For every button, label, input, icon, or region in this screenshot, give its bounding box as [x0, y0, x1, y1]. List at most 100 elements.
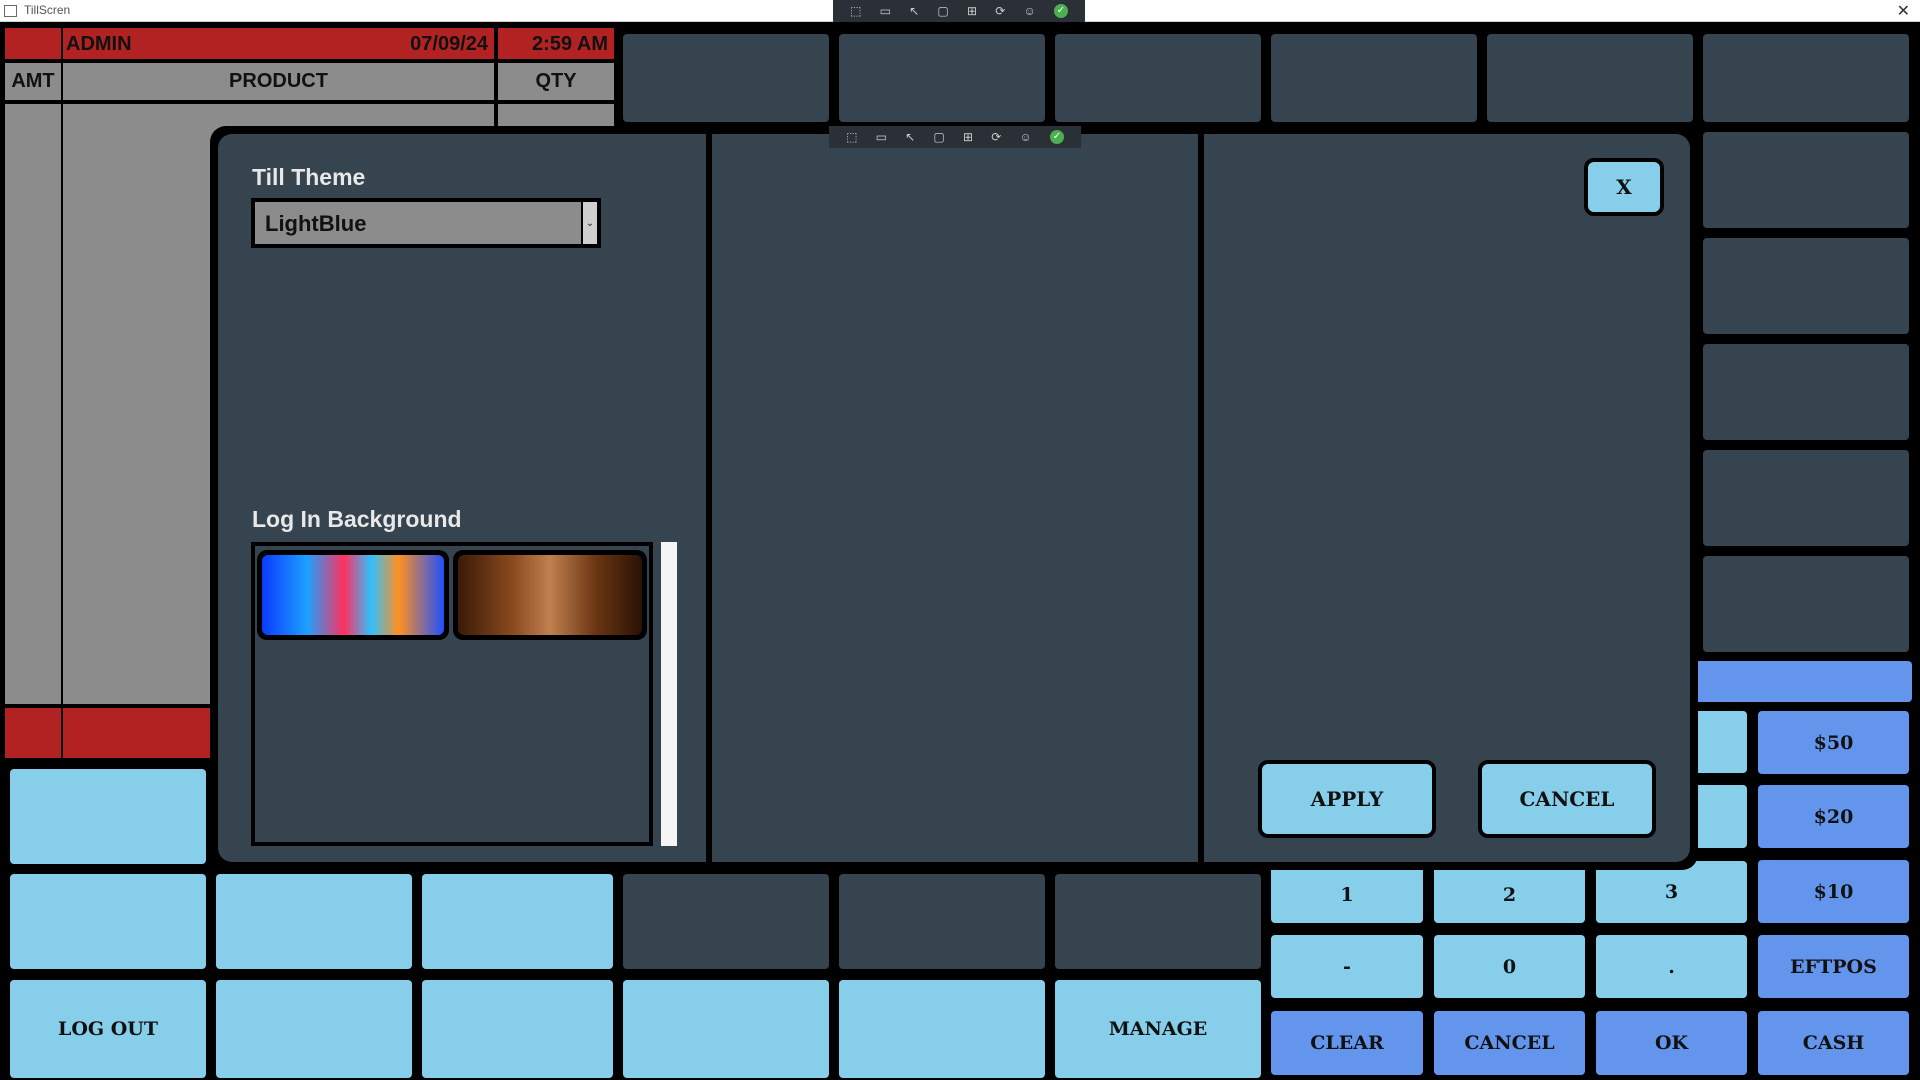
function-button[interactable]: [10, 874, 206, 969]
header-time-bar: 2:59 AM: [498, 28, 614, 59]
background-thumbnail-bar[interactable]: [257, 550, 449, 640]
keypad-decimal-label: .: [1668, 955, 1675, 978]
keypad-0-label: 0: [1502, 955, 1517, 978]
settings-left-panel: Till Theme LightBlue ⌄ Log In Background: [218, 134, 706, 862]
function-button[interactable]: [623, 980, 829, 1078]
settings-dialog: Till Theme LightBlue ⌄ Log In Background…: [210, 126, 1698, 870]
logout-label: LOG OUT: [57, 1018, 158, 1040]
keypad-cancel-button[interactable]: CANCEL: [1434, 1011, 1585, 1075]
select-element-icon[interactable]: ⬚: [846, 130, 857, 144]
user-name: ADMIN: [66, 33, 132, 55]
category-button[interactable]: [1703, 556, 1909, 652]
keypad-0[interactable]: 0: [1434, 935, 1585, 998]
keypad-minus-label: -: [1343, 955, 1351, 978]
dialog-cancel-button[interactable]: CANCEL: [1478, 760, 1656, 838]
category-button[interactable]: [1703, 132, 1909, 228]
theme-select[interactable]: LightBlue ⌄: [251, 198, 601, 248]
order-amt-column: [5, 104, 61, 704]
hot-reload-icon[interactable]: ⟳: [991, 130, 1001, 144]
category-button[interactable]: [1703, 238, 1909, 334]
theme-select-value: LightBlue: [265, 211, 367, 236]
hot-reload-icon[interactable]: ⟳: [995, 4, 1005, 18]
keypad-2[interactable]: 2: [1434, 866, 1585, 923]
product-button[interactable]: [1703, 34, 1909, 122]
category-button[interactable]: [1703, 344, 1909, 440]
accessibility-icon[interactable]: ☺: [1019, 130, 1031, 144]
keypad-1[interactable]: 1: [1271, 866, 1423, 923]
close-icon: X: [1616, 175, 1632, 199]
clear-label: CLEAR: [1310, 1032, 1384, 1054]
tender-10-button[interactable]: $10: [1758, 860, 1909, 923]
accessibility-icon[interactable]: ☺: [1023, 4, 1035, 18]
ok-button[interactable]: OK: [1596, 1011, 1747, 1075]
apply-button[interactable]: APPLY: [1258, 760, 1436, 838]
select-element-icon[interactable]: ⬚: [850, 4, 861, 18]
function-button[interactable]: [216, 980, 412, 1078]
product-button[interactable]: [1271, 34, 1477, 122]
function-button[interactable]: [839, 980, 1045, 1078]
bar-image: [262, 555, 444, 635]
app-icon: [4, 5, 17, 17]
frame-icon[interactable]: ▢: [933, 130, 944, 144]
keypad-minus[interactable]: -: [1271, 935, 1423, 998]
video-icon[interactable]: ▭: [880, 4, 891, 18]
product-button[interactable]: [839, 874, 1045, 969]
keypad-1-label: 1: [1340, 883, 1354, 906]
keypad-cancel-label: CANCEL: [1464, 1032, 1555, 1054]
debug-toolbar: ⬚ ▭ ↖ ▢ ⊞ ⟳ ☺ ✓: [833, 0, 1085, 22]
keypad-decimal[interactable]: .: [1596, 935, 1747, 998]
function-button[interactable]: [422, 874, 613, 969]
header-user-bar: ADMIN 07/09/24: [63, 28, 494, 59]
function-button[interactable]: [10, 769, 206, 864]
dialog-cancel-label: CANCEL: [1519, 787, 1615, 811]
video-icon[interactable]: ▭: [876, 130, 887, 144]
frame-icon[interactable]: ▢: [937, 4, 948, 18]
col-amt-header: AMT: [5, 63, 61, 100]
chevron-down-icon[interactable]: ⌄: [583, 202, 597, 244]
settings-right-panel: X APPLY CANCEL: [1204, 134, 1690, 862]
manage-label: MANAGE: [1108, 1018, 1208, 1040]
check-icon[interactable]: ✓: [1053, 4, 1068, 18]
check-icon[interactable]: ✓: [1049, 130, 1064, 144]
product-button[interactable]: [839, 34, 1045, 122]
tender-20-label: $20: [1813, 805, 1854, 828]
tender-10-label: $10: [1813, 880, 1854, 903]
gallery-scrollbar[interactable]: [661, 542, 677, 846]
product-button[interactable]: [1487, 34, 1693, 122]
eftpos-button[interactable]: EFTPOS: [1758, 935, 1909, 998]
footer-total-bar: [63, 708, 223, 758]
logout-button[interactable]: LOG OUT: [10, 980, 206, 1078]
category-button[interactable]: [1703, 450, 1909, 546]
cash-button[interactable]: CASH: [1758, 1011, 1909, 1075]
cash-label: CASH: [1802, 1032, 1865, 1054]
footer-red-left: [5, 708, 61, 758]
manage-button[interactable]: MANAGE: [1055, 980, 1261, 1078]
theme-select-field[interactable]: LightBlue: [255, 202, 581, 244]
function-button[interactable]: [422, 980, 613, 1078]
keypad-3[interactable]: 3: [1596, 861, 1747, 923]
product-button[interactable]: [1055, 34, 1261, 122]
header-red-left: [5, 28, 61, 59]
keypad-key-partial[interactable]: [1690, 711, 1747, 773]
product-button[interactable]: [1055, 874, 1261, 969]
coffee-image: [458, 555, 642, 635]
product-button[interactable]: [623, 874, 829, 969]
tender-50-label: $50: [1813, 731, 1854, 754]
background-thumbnail-coffee[interactable]: [453, 550, 647, 640]
close-dialog-button[interactable]: X: [1584, 158, 1664, 216]
layout-icon[interactable]: ⊞: [963, 130, 973, 144]
keypad-key-partial[interactable]: [1690, 785, 1747, 848]
tender-50-button[interactable]: $50: [1758, 711, 1909, 774]
clear-button[interactable]: CLEAR: [1271, 1011, 1423, 1075]
ok-label: OK: [1654, 1032, 1689, 1054]
tender-20-button[interactable]: $20: [1758, 785, 1909, 848]
pointer-icon[interactable]: ↖: [905, 130, 915, 144]
entry-display-bar: [1690, 661, 1912, 702]
debug-toolbar-overlay: ⬚ ▭ ↖ ▢ ⊞ ⟳ ☺ ✓: [829, 126, 1081, 148]
pointer-icon[interactable]: ↖: [909, 4, 919, 18]
layout-icon[interactable]: ⊞: [967, 4, 977, 18]
product-button[interactable]: [623, 34, 829, 122]
function-button[interactable]: [216, 874, 412, 969]
window-close-icon[interactable]: ✕: [1897, 1, 1910, 21]
keypad-3-label: 3: [1664, 881, 1679, 903]
